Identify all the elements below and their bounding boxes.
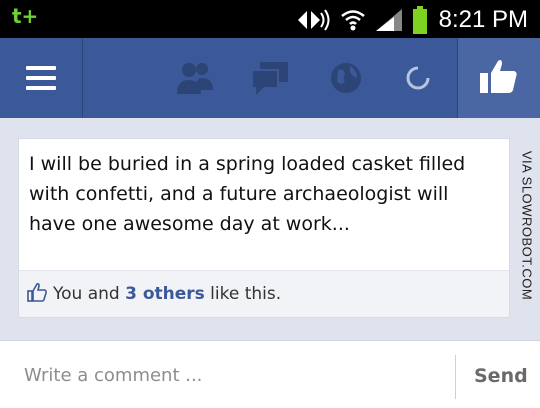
facebook-header bbox=[0, 38, 540, 118]
send-button[interactable]: Send bbox=[474, 365, 528, 387]
comment-bar: Write a comment ... Send bbox=[0, 340, 540, 408]
watermark: VIA SLOWROBOT.COM bbox=[514, 142, 540, 318]
like-button[interactable] bbox=[457, 38, 540, 118]
notifications-icon[interactable] bbox=[328, 60, 364, 101]
messages-icon[interactable] bbox=[250, 60, 290, 101]
post-text: I will be buried in a spring loaded cask… bbox=[29, 153, 466, 235]
like-icon bbox=[478, 55, 520, 102]
likes-suffix: like this. bbox=[204, 284, 282, 304]
watermark-text: VIA SLOWROBOT.COM bbox=[519, 150, 535, 301]
likes-others-link[interactable]: 3 others bbox=[125, 284, 205, 304]
battery-charging-icon bbox=[412, 6, 428, 39]
carrier-icon: t+ bbox=[12, 4, 39, 28]
sync-icon bbox=[294, 7, 332, 38]
menu-button[interactable] bbox=[0, 38, 83, 118]
likes-bar[interactable]: You and 3 others like this. bbox=[19, 270, 509, 317]
loading-icon bbox=[404, 64, 432, 97]
post-card: I will be buried in a spring loaded cask… bbox=[18, 138, 510, 318]
status-icons bbox=[294, 6, 428, 39]
likes-summary: You and 3 others like this. bbox=[53, 284, 281, 304]
comment-input[interactable]: Write a comment ... bbox=[24, 365, 202, 386]
thumbs-up-icon bbox=[19, 282, 47, 307]
signal-icon bbox=[374, 7, 404, 38]
likes-prefix: You and bbox=[53, 284, 126, 304]
menu-icon bbox=[26, 60, 56, 96]
status-bar: t+ 8:21 PM bbox=[0, 0, 540, 38]
comment-divider bbox=[455, 355, 456, 399]
wifi-icon bbox=[340, 7, 366, 38]
clock: 8:21 PM bbox=[438, 6, 528, 33]
friend-requests-icon[interactable] bbox=[174, 60, 216, 101]
